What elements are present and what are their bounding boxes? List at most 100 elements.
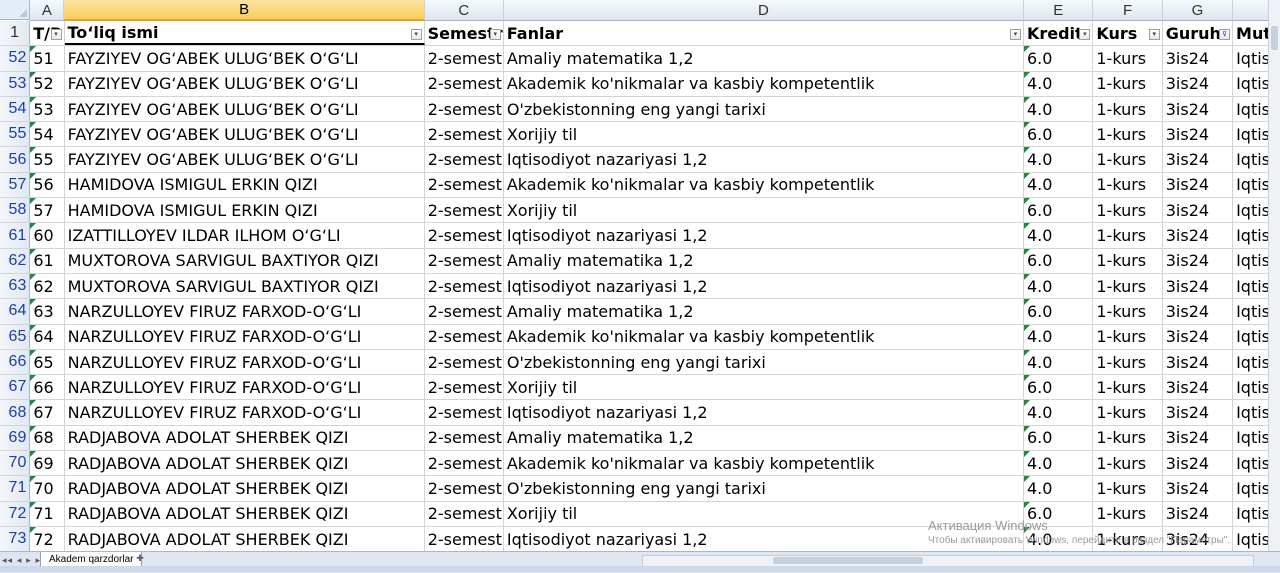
cell-guruh[interactable]: 3is24 bbox=[1163, 122, 1234, 147]
cell-full-name[interactable]: FAYZIYEV OG‘ABEK ULUG‘BEK O‘G‘LI bbox=[65, 71, 425, 96]
cell-tp[interactable]: 52 bbox=[30, 71, 65, 96]
filter-dropdown-icon[interactable]: ▾ bbox=[1148, 29, 1160, 40]
cell-fanlar[interactable]: Akademik ko'nikmalar va kasbiy kompetent… bbox=[504, 451, 1024, 476]
header-cell-name[interactable]: To‘liq ismi ▾ bbox=[64, 21, 425, 46]
filter-dropdown-icon[interactable]: ▾ bbox=[50, 29, 62, 40]
cell-full-name[interactable]: FAYZIYEV OG‘ABEK ULUG‘BEK O‘G‘LI bbox=[65, 122, 425, 147]
cell-guruh[interactable]: 3is24 bbox=[1163, 476, 1234, 501]
cell-kredit[interactable]: 4.0 bbox=[1023, 476, 1094, 501]
cell-semestr[interactable]: 2-semestr bbox=[425, 248, 504, 273]
cell-kredit[interactable]: 6.0 bbox=[1023, 248, 1094, 273]
cell-kurs[interactable]: 1-kurs bbox=[1093, 451, 1163, 476]
cell-kredit[interactable]: 6.0 bbox=[1023, 198, 1094, 223]
cell-tp[interactable]: 71 bbox=[30, 501, 65, 526]
cell-kredit[interactable]: 4.0 bbox=[1023, 400, 1094, 425]
row-number[interactable]: 57 bbox=[0, 172, 31, 198]
header-cell-semestr[interactable]: Semestr ▾ bbox=[425, 21, 504, 46]
cell-guruh[interactable]: 3is24 bbox=[1163, 299, 1234, 324]
column-header-c[interactable]: C bbox=[424, 0, 504, 21]
cell-guruh[interactable]: 3is24 bbox=[1163, 273, 1234, 299]
cell-kurs[interactable]: 1-kurs bbox=[1093, 71, 1163, 96]
row-number[interactable]: 73 bbox=[0, 526, 31, 551]
cell-kurs[interactable]: 1-kurs bbox=[1093, 46, 1163, 71]
cell-tp[interactable]: 57 bbox=[30, 198, 65, 223]
cell-semestr[interactable]: 2-semestr bbox=[425, 501, 504, 526]
cell-kredit[interactable]: 6.0 bbox=[1023, 46, 1094, 71]
row-number[interactable]: 53 bbox=[0, 71, 31, 96]
cell-tp[interactable]: 64 bbox=[30, 324, 65, 349]
cell-semestr[interactable]: 2-semestr bbox=[425, 273, 504, 299]
cell-tp[interactable]: 72 bbox=[30, 526, 65, 551]
cell-fanlar[interactable]: Iqtisodiyot nazariyasi 1,2 bbox=[504, 223, 1024, 248]
column-header-a[interactable]: A bbox=[30, 0, 65, 21]
cell-fanlar[interactable]: O'zbekistonning eng yangi tarixi bbox=[504, 476, 1024, 501]
cell-kredit[interactable]: 4.0 bbox=[1023, 172, 1094, 198]
vertical-scroll-thumb[interactable] bbox=[1271, 26, 1278, 50]
cell-tp[interactable]: 56 bbox=[30, 172, 65, 198]
header-cell-kurs[interactable]: Kurs ▾ bbox=[1093, 21, 1163, 46]
cell-fanlar[interactable]: Amaliy matematika 1,2 bbox=[504, 299, 1024, 324]
new-sheet-icon[interactable]: ✚ bbox=[134, 554, 146, 565]
cell-fanlar[interactable]: Xorijiy til bbox=[504, 375, 1024, 400]
cell-full-name[interactable]: NARZULLOYEV FIRUZ FARXOD-O‘G‘LI bbox=[65, 324, 425, 349]
row-number[interactable]: 67 bbox=[0, 375, 31, 400]
cell-tp[interactable]: 61 bbox=[30, 248, 65, 273]
cell-kredit[interactable]: 4.0 bbox=[1023, 96, 1094, 122]
cell-full-name[interactable]: FAYZIYEV OG‘ABEK ULUG‘BEK O‘G‘LI bbox=[65, 96, 425, 122]
cell-semestr[interactable]: 2-semestr bbox=[425, 198, 504, 223]
row-number[interactable]: 66 bbox=[0, 349, 31, 375]
cell-semestr[interactable]: 2-semestr bbox=[425, 71, 504, 96]
row-number[interactable]: 54 bbox=[0, 96, 31, 122]
cell-guruh[interactable]: 3is24 bbox=[1163, 223, 1234, 248]
cell-kredit[interactable]: 4.0 bbox=[1023, 349, 1094, 375]
cell-semestr[interactable]: 2-semestr bbox=[425, 400, 504, 425]
column-header-d[interactable]: D bbox=[503, 0, 1025, 21]
cell-fanlar[interactable]: Iqtisodiyot nazariyasi 1,2 bbox=[504, 273, 1024, 299]
cell-full-name[interactable]: FAYZIYEV OG‘ABEK ULUG‘BEK O‘G‘LI bbox=[65, 46, 425, 71]
row-number[interactable]: 58 bbox=[0, 198, 31, 223]
cell-kredit[interactable]: 6.0 bbox=[1023, 299, 1094, 324]
cell-kredit[interactable]: 4.0 bbox=[1023, 324, 1094, 349]
filter-dropdown-icon[interactable]: ▾ bbox=[489, 29, 501, 40]
row-number[interactable]: 61 bbox=[0, 223, 31, 248]
cell-guruh[interactable]: 3is24 bbox=[1163, 425, 1234, 451]
cell-semestr[interactable]: 2-semestr bbox=[425, 425, 504, 451]
cell-kurs[interactable]: 1-kurs bbox=[1093, 400, 1163, 425]
cell-tp[interactable]: 51 bbox=[30, 46, 65, 71]
cell-semestr[interactable]: 2-semestr bbox=[425, 223, 504, 248]
cell-kurs[interactable]: 1-kurs bbox=[1093, 147, 1163, 172]
cell-tp[interactable]: 53 bbox=[30, 96, 65, 122]
cell-semestr[interactable]: 2-semestr bbox=[425, 526, 504, 551]
row-number[interactable]: 62 bbox=[0, 248, 31, 273]
cell-semestr[interactable]: 2-semestr bbox=[425, 476, 504, 501]
row-number[interactable]: 55 bbox=[0, 122, 31, 147]
cell-fanlar[interactable]: O'zbekistonning eng yangi tarixi bbox=[504, 96, 1024, 122]
cell-tp[interactable]: 55 bbox=[30, 147, 65, 172]
cell-kurs[interactable]: 1-kurs bbox=[1093, 248, 1163, 273]
cell-semestr[interactable]: 2-semestr bbox=[425, 299, 504, 324]
cell-guruh[interactable]: 3is24 bbox=[1163, 451, 1234, 476]
cell-full-name[interactable]: IZATTILLOYEV ILDAR ILHOM O‘G‘LI bbox=[65, 223, 425, 248]
cell-fanlar[interactable]: Xorijiy til bbox=[504, 122, 1024, 147]
cell-full-name[interactable]: RADJABOVA ADOLAT SHERBEK QIZI bbox=[65, 425, 425, 451]
cell-guruh[interactable]: 3is24 bbox=[1163, 172, 1234, 198]
column-header-g[interactable]: G bbox=[1162, 0, 1234, 21]
filter-dropdown-icon[interactable]: ▾ bbox=[410, 29, 422, 40]
filter-dropdown-icon[interactable]: ▾ bbox=[1079, 29, 1091, 40]
cell-fanlar[interactable]: O'zbekistonning eng yangi tarixi bbox=[504, 349, 1024, 375]
cell-full-name[interactable]: NARZULLOYEV FIRUZ FARXOD-O‘G‘LI bbox=[65, 349, 425, 375]
header-cell-fanlar[interactable]: Fanlar ▾ bbox=[504, 21, 1024, 46]
cell-fanlar[interactable]: Xorijiy til bbox=[504, 198, 1024, 223]
horizontal-scroll-thumb[interactable] bbox=[773, 557, 923, 564]
cell-kurs[interactable]: 1-kurs bbox=[1093, 96, 1163, 122]
cell-kurs[interactable]: 1-kurs bbox=[1093, 198, 1163, 223]
filter-dropdown-icon[interactable]: ▾ bbox=[1009, 29, 1021, 40]
select-all-corner[interactable] bbox=[0, 0, 31, 20]
cell-fanlar[interactable]: Iqtisodiyot nazariyasi 1,2 bbox=[504, 147, 1024, 172]
cell-fanlar[interactable]: Akademik ko'nikmalar va kasbiy kompetent… bbox=[504, 324, 1024, 349]
cell-tp[interactable]: 63 bbox=[30, 299, 65, 324]
cell-guruh[interactable]: 3is24 bbox=[1163, 248, 1234, 273]
cell-kredit[interactable]: 6.0 bbox=[1023, 375, 1094, 400]
cell-full-name[interactable]: RADJABOVA ADOLAT SHERBEK QIZI bbox=[65, 501, 425, 526]
cell-fanlar[interactable]: Amaliy matematika 1,2 bbox=[504, 248, 1024, 273]
